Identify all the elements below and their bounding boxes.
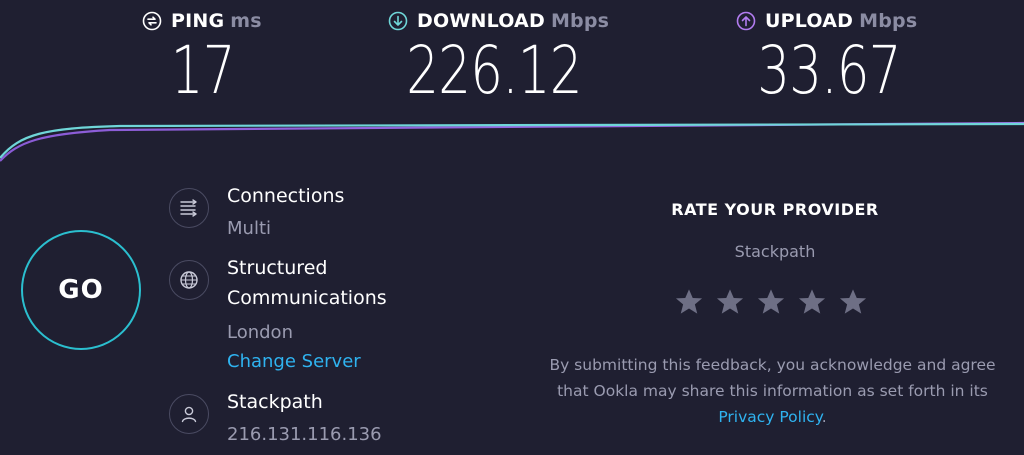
- download-header: DOWNLOAD Mbps: [388, 8, 609, 34]
- star-icon-4[interactable]: [796, 286, 828, 318]
- ping-header: PING ms: [142, 8, 262, 34]
- ping-icon: [142, 11, 162, 31]
- upload-arrow-icon: [736, 11, 756, 31]
- change-server-link[interactable]: Change Server: [227, 351, 361, 372]
- upload-value: 33.67: [757, 32, 901, 109]
- download-unit: Mbps: [550, 10, 610, 32]
- connections-title: Connections: [227, 185, 345, 207]
- download-label: DOWNLOAD: [417, 10, 545, 32]
- download-value: 226.12: [406, 32, 582, 109]
- provider-ip: 216.131.116.136: [227, 424, 382, 445]
- ping-label: PING: [171, 10, 225, 32]
- feedback-disclaimer: By submitting this feedback, you acknowl…: [545, 352, 1000, 430]
- privacy-policy-link[interactable]: Privacy Policy: [718, 408, 821, 426]
- ping-value: 17: [170, 32, 236, 109]
- speedtest-result-panel: PING ms 17 DOWNLOAD Mbps 226.12 UPLOAD M…: [0, 0, 1024, 455]
- upload-unit: Mbps: [859, 10, 918, 32]
- server-name-line2: Communications: [227, 287, 387, 309]
- globe-icon: [169, 260, 209, 300]
- connections-icon: [169, 188, 209, 228]
- go-button[interactable]: GO: [21, 230, 141, 350]
- upload-label: UPLOAD: [765, 10, 854, 32]
- upload-metric: UPLOAD Mbps 33.67: [736, 8, 917, 108]
- rate-provider-name: Stackpath: [734, 242, 816, 261]
- download-metric: DOWNLOAD Mbps 226.12: [388, 8, 609, 108]
- star-rating: [673, 286, 869, 318]
- provider-name: Stackpath: [227, 391, 323, 413]
- star-icon-3[interactable]: [755, 286, 787, 318]
- ping-unit: ms: [230, 10, 262, 32]
- rate-provider-title: RATE YOUR PROVIDER: [671, 200, 879, 219]
- download-arrow-icon: [388, 11, 408, 31]
- disclaimer-text: By submitting this feedback, you acknowl…: [549, 356, 996, 400]
- star-icon-2[interactable]: [714, 286, 746, 318]
- server-name-line1: Structured: [227, 257, 328, 279]
- star-icon-1[interactable]: [673, 286, 705, 318]
- ping-metric: PING ms 17: [142, 8, 262, 108]
- upload-speed-line: [0, 121, 1024, 162]
- disclaimer-end: .: [821, 408, 827, 426]
- server-location: London: [227, 322, 293, 343]
- upload-header: UPLOAD Mbps: [736, 8, 917, 34]
- connections-value: Multi: [227, 218, 271, 239]
- star-icon-5[interactable]: [837, 286, 869, 318]
- speed-graph: [0, 121, 1024, 162]
- user-icon: [169, 394, 209, 434]
